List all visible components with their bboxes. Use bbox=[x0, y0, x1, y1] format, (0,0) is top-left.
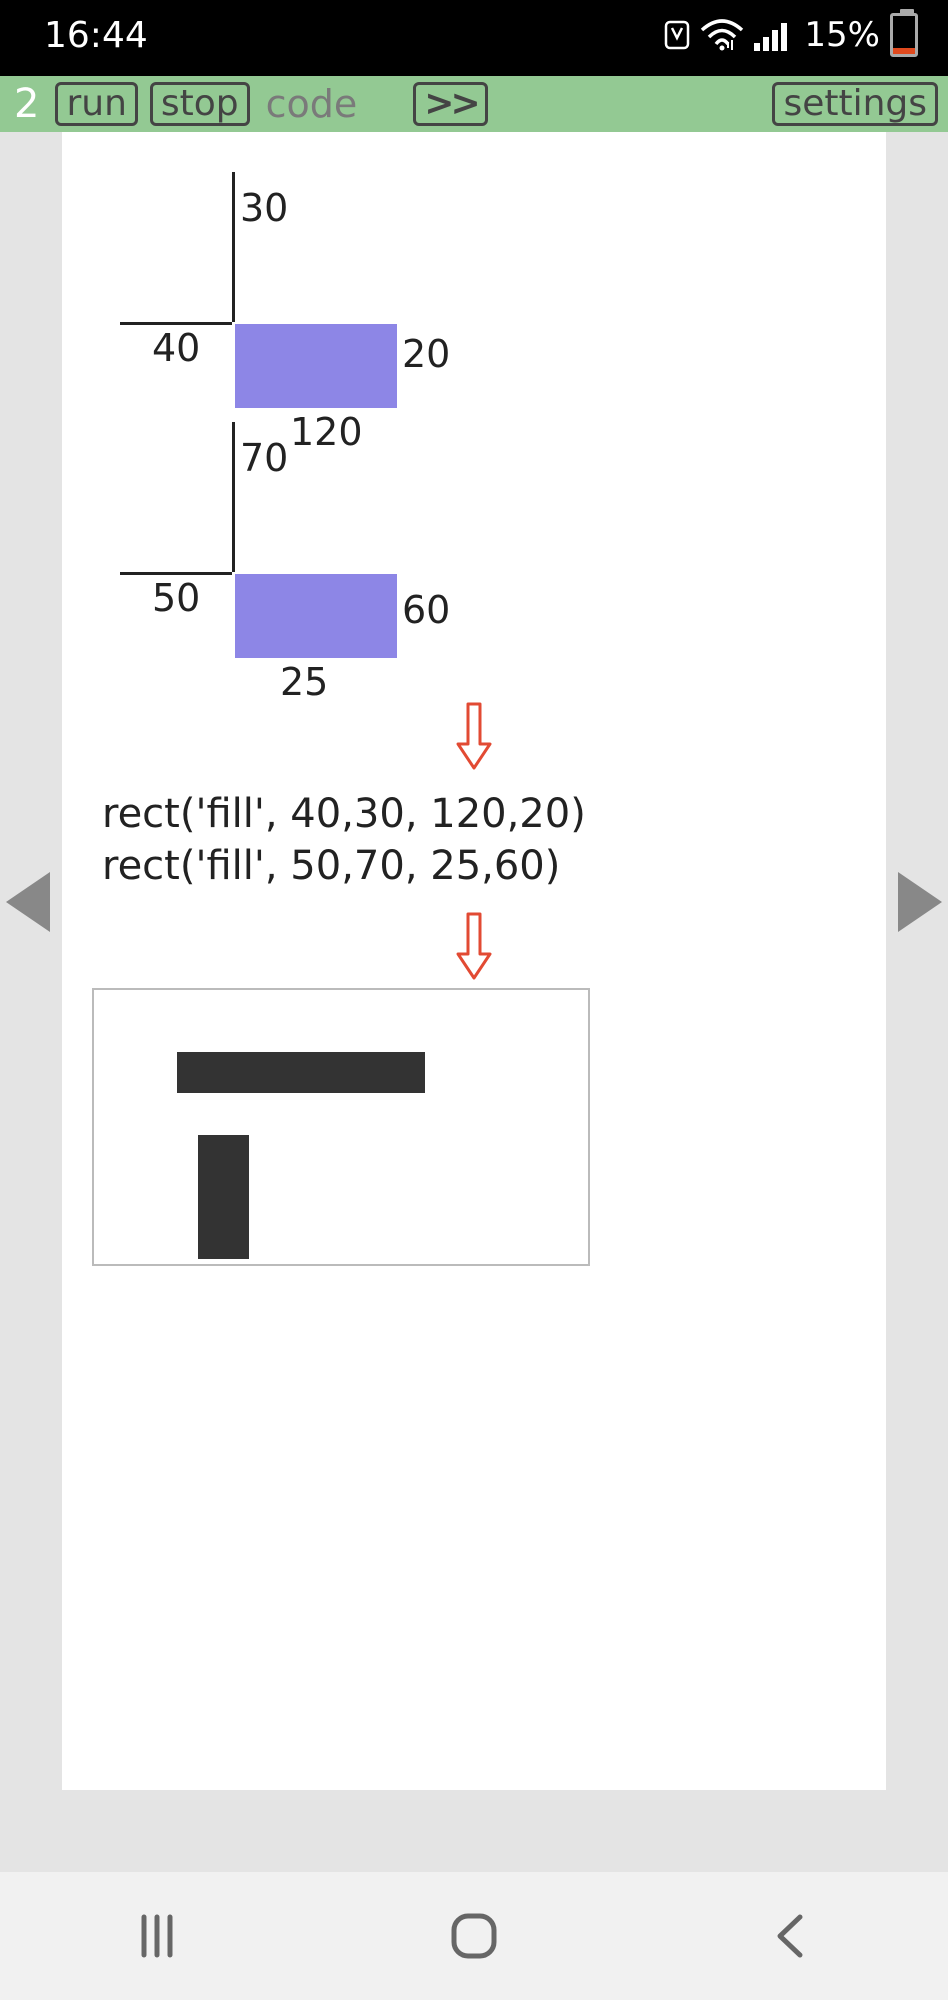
output-rect-2 bbox=[198, 1135, 250, 1259]
diagram-2-h-label: 60 bbox=[402, 588, 450, 632]
signal-icon bbox=[754, 19, 794, 51]
diagram-1-x-label: 40 bbox=[152, 326, 200, 370]
android-nav-bar bbox=[0, 1872, 948, 2000]
battery-percent: 15% bbox=[804, 15, 880, 55]
diagram-1-y-label: 30 bbox=[240, 186, 288, 230]
run-button[interactable]: run bbox=[55, 82, 137, 126]
page-area: 30 40 20 120 70 50 60 25 rect('fill', 40… bbox=[0, 132, 948, 1790]
tutorial-page: 30 40 20 120 70 50 60 25 rect('fill', 40… bbox=[62, 132, 886, 1790]
diagram-1: 30 40 20 120 bbox=[90, 172, 730, 422]
diagram-2-y-label: 70 bbox=[240, 436, 288, 480]
prev-page-arrow[interactable] bbox=[6, 872, 50, 932]
home-button[interactable] bbox=[447, 1909, 501, 1963]
diagram-1-h-label: 20 bbox=[402, 332, 450, 376]
diagram-1-rect bbox=[235, 324, 397, 408]
code-line-2: rect('fill', 50,70, 25,60) bbox=[102, 840, 886, 892]
page-number: 2 bbox=[10, 81, 43, 127]
settings-button[interactable]: settings bbox=[772, 82, 938, 126]
app-toolbar: 2 run stop code >> settings bbox=[0, 76, 948, 132]
status-time: 16:44 bbox=[44, 15, 148, 56]
skip-button[interactable]: >> bbox=[413, 82, 487, 126]
arrow-down-icon bbox=[454, 912, 494, 980]
back-button[interactable] bbox=[766, 1911, 816, 1961]
battery-icon bbox=[890, 13, 918, 57]
wifi-icon bbox=[700, 18, 744, 52]
notification-icon bbox=[664, 20, 690, 50]
code-line-1: rect('fill', 40,30, 120,20) bbox=[102, 788, 886, 840]
android-status-bar: 16:44 15% bbox=[0, 0, 948, 76]
code-label[interactable]: code bbox=[262, 82, 362, 126]
arrow-down-icon bbox=[454, 702, 494, 770]
diagram-2: 70 50 60 25 bbox=[90, 422, 730, 682]
code-block: rect('fill', 40,30, 120,20) rect('fill',… bbox=[102, 788, 886, 892]
status-icons: 15% bbox=[664, 13, 918, 57]
diagram-2-rect bbox=[235, 574, 397, 658]
output-canvas bbox=[92, 988, 590, 1266]
diagram-2-x-label: 50 bbox=[152, 576, 200, 620]
diagram-2-w-label: 25 bbox=[280, 660, 328, 704]
stop-button[interactable]: stop bbox=[150, 82, 250, 126]
output-rect-1 bbox=[177, 1052, 425, 1093]
next-page-arrow[interactable] bbox=[898, 872, 942, 932]
recents-button[interactable] bbox=[132, 1911, 182, 1961]
